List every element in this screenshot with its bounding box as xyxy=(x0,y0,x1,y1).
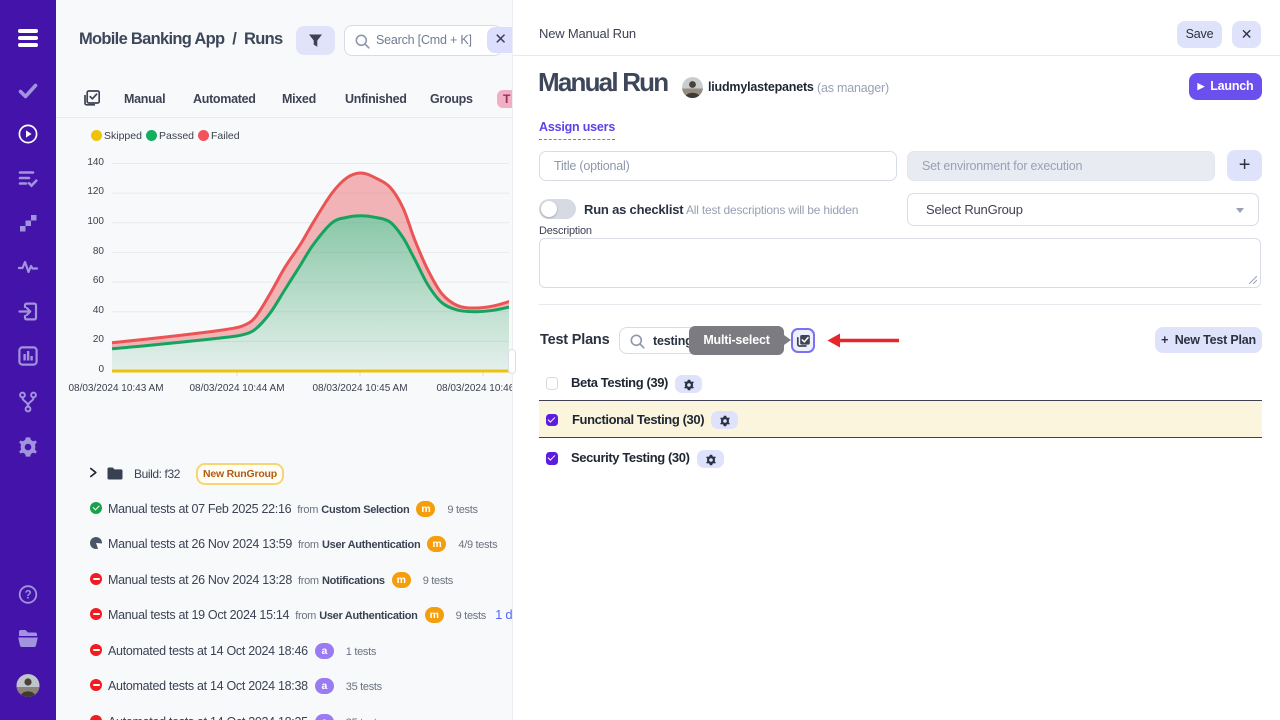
svg-text:?: ? xyxy=(25,590,32,602)
